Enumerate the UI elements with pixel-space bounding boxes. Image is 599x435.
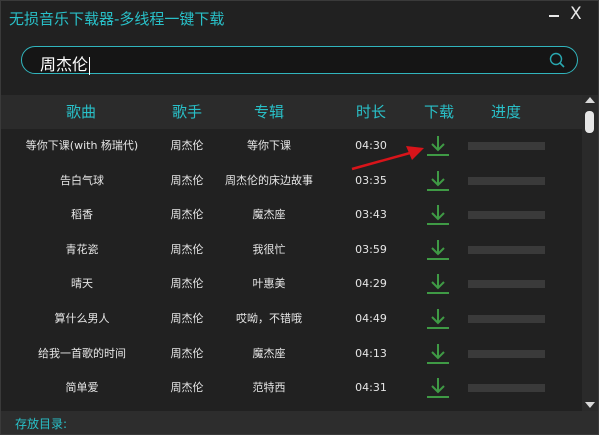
download-icon[interactable] bbox=[425, 376, 451, 400]
search-icon[interactable] bbox=[549, 52, 565, 68]
app-window: 无损音乐下载器-多线程一键下载 X 周杰伦 歌曲 歌手 专辑 时长 下载 进度 … bbox=[0, 0, 599, 435]
search-input-value: 周杰伦 bbox=[40, 55, 89, 74]
table-row[interactable]: 告白气球 周杰伦 周杰伦的床边故事 03:35 bbox=[1, 164, 582, 198]
artist-name: 周杰伦 bbox=[170, 173, 204, 187]
album-name: 哎呦，不错哦 bbox=[236, 312, 302, 325]
table-row[interactable]: 简单爱 周杰伦 范特西 04:31 bbox=[1, 371, 582, 405]
duration: 04:29 bbox=[355, 277, 387, 291]
artist-name: 周杰伦 bbox=[170, 277, 204, 291]
table-row[interactable]: 等你下课(with 杨瑞代) 周杰伦 等你下课 04:30 bbox=[1, 129, 582, 163]
album-name: 叶惠美 bbox=[252, 277, 286, 291]
album-name: 魔杰座 bbox=[252, 208, 286, 222]
text-caret bbox=[89, 56, 91, 75]
progress-bar bbox=[468, 349, 545, 358]
header-download: 下载 bbox=[423, 103, 454, 121]
scroll-thumb[interactable] bbox=[585, 111, 594, 133]
download-icon[interactable] bbox=[425, 169, 451, 193]
progress-bar bbox=[468, 384, 545, 393]
duration: 03:59 bbox=[355, 242, 387, 256]
artist-name: 周杰伦 bbox=[170, 346, 204, 360]
duration: 04:31 bbox=[355, 381, 387, 395]
download-icon[interactable] bbox=[425, 342, 451, 366]
artist-name: 周杰伦 bbox=[170, 139, 204, 152]
progress-bar bbox=[468, 280, 545, 289]
table-row[interactable]: 给我一首歌的时间 周杰伦 魔杰座 04:13 bbox=[1, 337, 582, 371]
song-title: 给我一首歌的时间 bbox=[38, 346, 126, 360]
album-name: 我很忙 bbox=[252, 242, 286, 256]
song-title: 等你下课(with 杨瑞代) bbox=[25, 139, 139, 152]
song-title: 青花瓷 bbox=[65, 242, 99, 256]
progress-bar bbox=[468, 211, 545, 220]
duration: 03:43 bbox=[355, 208, 387, 222]
header-album[interactable]: 专辑 bbox=[219, 95, 319, 129]
download-icon[interactable] bbox=[425, 307, 451, 331]
close-button[interactable]: X bbox=[570, 4, 582, 24]
song-title: 稻香 bbox=[71, 208, 93, 222]
scroll-up-arrow[interactable] bbox=[585, 97, 595, 103]
artist-name: 周杰伦 bbox=[170, 242, 204, 256]
progress-bar bbox=[468, 315, 545, 323]
download-icon[interactable] bbox=[425, 134, 451, 158]
window-title: 无损音乐下载器-多线程一键下载 bbox=[9, 10, 225, 28]
song-title: 简单爱 bbox=[65, 381, 99, 395]
download-icon[interactable] bbox=[425, 272, 451, 296]
album-name: 周杰伦的床边故事 bbox=[225, 173, 313, 187]
vertical-scrollbar[interactable] bbox=[582, 95, 598, 411]
table-row[interactable]: 青花瓷 周杰伦 我很忙 03:59 bbox=[1, 233, 582, 267]
scroll-down-arrow[interactable] bbox=[585, 402, 595, 408]
progress-bar bbox=[468, 245, 545, 254]
song-title: 晴天 bbox=[71, 277, 93, 291]
minimize-button[interactable] bbox=[549, 15, 559, 17]
duration: 04:13 bbox=[355, 346, 387, 360]
download-icon[interactable] bbox=[425, 203, 451, 227]
song-title: 告白气球 bbox=[60, 173, 104, 187]
header-artist[interactable]: 歌手 bbox=[157, 95, 217, 129]
progress-bar bbox=[468, 142, 545, 150]
header-duration[interactable]: 时长 bbox=[341, 95, 401, 129]
search-input[interactable]: 周杰伦 bbox=[40, 51, 91, 75]
artist-name: 周杰伦 bbox=[170, 312, 204, 325]
duration: 04:49 bbox=[355, 312, 387, 325]
title-bar: 无损音乐下载器-多线程一键下载 X bbox=[1, 1, 598, 35]
save-directory-label: 存放目录: bbox=[15, 417, 68, 431]
search-box[interactable]: 周杰伦 bbox=[21, 46, 578, 75]
table-row[interactable]: 稻香 周杰伦 魔杰座 03:43 bbox=[1, 198, 582, 232]
header-song[interactable]: 歌曲 bbox=[31, 95, 131, 129]
album-name: 魔杰座 bbox=[252, 346, 286, 360]
artist-name: 周杰伦 bbox=[170, 208, 204, 222]
album-name: 等你下课 bbox=[247, 139, 291, 152]
album-name: 范特西 bbox=[252, 381, 286, 395]
table-row[interactable]: 晴天 周杰伦 叶惠美 04:29 bbox=[1, 267, 582, 301]
table-row[interactable]: 算什么男人 周杰伦 哎呦，不错哦 04:49 bbox=[1, 302, 582, 336]
status-bar: 存放目录: bbox=[1, 411, 598, 434]
progress-bar bbox=[468, 176, 545, 185]
header-progress: 进度 bbox=[490, 103, 521, 121]
download-icon[interactable] bbox=[425, 238, 451, 262]
artist-name: 周杰伦 bbox=[170, 381, 204, 395]
annotation-arrow-icon bbox=[351, 146, 424, 171]
table-header: 歌曲 歌手 专辑 时长 下载 进度 bbox=[1, 95, 582, 129]
song-title: 算什么男人 bbox=[54, 312, 110, 325]
